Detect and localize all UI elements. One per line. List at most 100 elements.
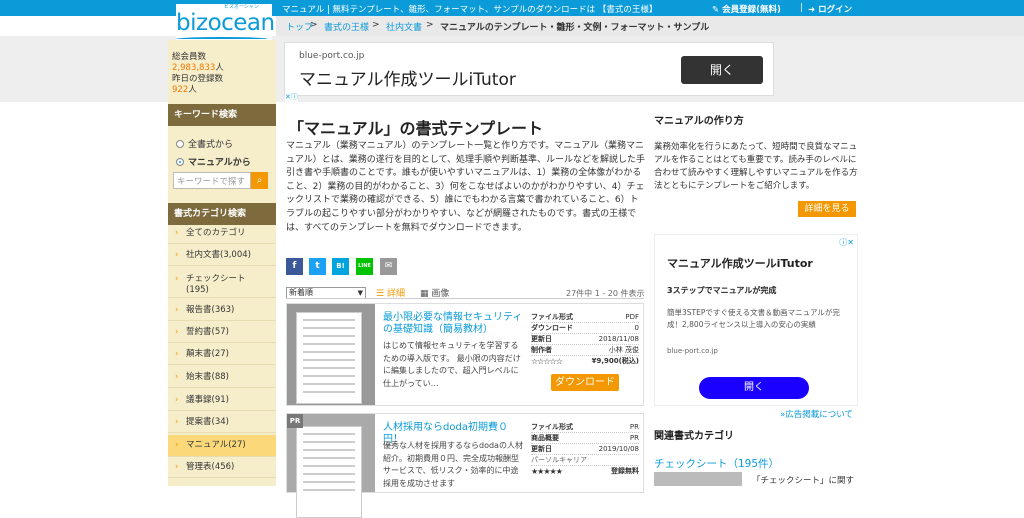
yesterday-value: 922	[172, 85, 189, 95]
login-link[interactable]: ➜ ログイン	[808, 3, 852, 15]
breadcrumb-king[interactable]: 書式の王様	[324, 20, 369, 33]
category-item[interactable]: › 誓約書(57)	[168, 327, 276, 343]
category-item[interactable]: › 管理表(456)	[168, 462, 276, 478]
category-item[interactable]: › 社内文書(3,004)	[168, 250, 276, 266]
keyword-input[interactable]: キーワードで探す	[173, 172, 251, 189]
search-icon[interactable]: ⌕	[251, 172, 268, 189]
chevron-right-icon: ›	[175, 440, 179, 450]
chevron-right-icon: ›	[175, 395, 179, 405]
meta-value: パーソルキャリア	[531, 456, 587, 464]
line-icon[interactable]: LINE	[356, 258, 373, 275]
category-search-heading: 書式カテゴリ検索	[168, 203, 276, 225]
intro-text: マニュアル（業務マニュアル）のテンプレート一覧と作り方です。マニュアル（業務マニ…	[286, 141, 646, 233]
ad-domain: blue-port.co.jp	[299, 51, 365, 61]
register-link[interactable]: ✎ 会員登録(無料)	[712, 3, 781, 15]
ad-title[interactable]: マニュアル作成ツールiTutor	[299, 65, 516, 90]
top-ad-banner[interactable]: blue-port.co.jp マニュアル作成ツールiTutor 開く	[284, 42, 774, 96]
category-item[interactable]: › 始末書(88)	[168, 372, 276, 388]
chevron-right-icon: ›	[175, 274, 179, 284]
ad-description: 簡単3STEPですぐ使える文書＆動画マニュアルが完成！2,800ライセンス以上導…	[667, 308, 840, 329]
meta-value: 2018/11/08	[598, 335, 639, 343]
facebook-icon[interactable]: f	[286, 258, 303, 275]
keyword-search-heading: キーワード検索	[168, 104, 276, 126]
top-bar: マニュアル | 無料テンプレート、雛形、フォーマット、サンプルのダウンロードは …	[0, 0, 1024, 16]
ad-subtitle: 3ステップでマニュアルが完成	[667, 286, 777, 295]
chevron-down-icon: ▼	[357, 289, 363, 297]
category-item[interactable]: › 提案書(34)	[168, 417, 276, 433]
category-item[interactable]: › チェックシート (195)	[168, 274, 276, 298]
result-description: はじめて情報セキュリティを学習するための導入版です。 最小限の内容だけに編集しま…	[383, 341, 521, 388]
ad-info-link[interactable]: »広告掲載について	[780, 408, 853, 420]
yesterday-label: 昨日の登録数	[172, 74, 224, 84]
ad-open-button[interactable]: 開く	[681, 56, 763, 84]
category-item[interactable]: › 顛末書(27)	[168, 349, 276, 365]
template-thumbnail[interactable]	[287, 304, 375, 405]
mail-icon[interactable]: ✉	[380, 258, 397, 275]
members-unit: 人	[215, 63, 224, 73]
breadcrumb-top[interactable]: トップ	[286, 20, 313, 33]
category-label: 管理表(456)	[186, 462, 235, 472]
result-title[interactable]: 最小限必要な情報セキュリティの基礎知識（簡易教材）	[383, 312, 523, 336]
category-item-active[interactable]: › マニュアル(27)	[168, 435, 276, 457]
category-label: 報告書(363)	[186, 305, 235, 315]
document-preview	[296, 312, 362, 404]
site-logo[interactable]: ビズオーシャン bizocean	[176, 4, 275, 41]
related-description: 「チェックシート」に関す	[752, 476, 855, 486]
chevron-right-icon: ›	[175, 349, 179, 359]
hatena-icon[interactable]: B!	[332, 258, 349, 275]
login-label[interactable]: ログイン	[818, 5, 852, 15]
adchoices-icon[interactable]: ✕ⓘ	[285, 92, 298, 102]
side-ad[interactable]: ⓘ✕ マニュアル作成ツールiTutor 3ステップでマニュアルが完成 簡単3ST…	[654, 234, 858, 406]
result-description: 優秀な人材を採用するならdodaの人材紹介。初期費用０円、完全成功報酬型サービス…	[383, 441, 523, 488]
category-label: チェックシート	[186, 274, 246, 284]
ad-domain: blue-port.co.jp	[667, 347, 718, 355]
radio-all-label: 全書式から	[188, 140, 234, 150]
chevron-right-icon: ›	[175, 250, 179, 260]
chevron-right-icon: ›	[175, 305, 179, 315]
breadcrumb-internal[interactable]: 社内文書	[386, 20, 422, 33]
radio-checked-icon[interactable]	[176, 158, 184, 166]
chevron-right-icon: ›	[175, 372, 179, 382]
ad-open-button[interactable]: 開く	[699, 377, 809, 399]
chevron-right-icon: >	[310, 20, 318, 30]
category-label: 始末書(88)	[186, 372, 229, 382]
category-item[interactable]: › 報告書(363)	[168, 305, 276, 321]
category-item[interactable]: › 全てのカテゴリ	[168, 228, 276, 244]
category-label: 顛末書(27)	[186, 349, 229, 359]
meta-key: 更新日	[531, 335, 552, 343]
howto-text: 業務効率化を行うにあたって、短時間で良質なマニュアルを作ることはとても重要です。…	[654, 142, 858, 191]
ad-title[interactable]: マニュアル作成ツールiTutor	[667, 255, 813, 271]
detail-button[interactable]: 詳細を見る	[798, 201, 856, 217]
result-meta: ファイル形式 PR 商品概要 PR 更新日 2019/10/08 パーソルキャリア ★…	[531, 422, 639, 477]
category-label: 提案書(34)	[186, 417, 229, 427]
meta-key: ファイル形式	[531, 423, 573, 431]
yesterday-unit: 人	[188, 85, 197, 95]
members-label: 総会員数	[172, 52, 207, 62]
radio-manual[interactable]: マニュアルから	[176, 155, 251, 168]
radio-all[interactable]: 全書式から	[176, 137, 233, 150]
register-label[interactable]: 会員登録(無料)	[722, 5, 781, 15]
result-meta: ファイル形式 PDF ダウンロード 0 更新日 2018/11/08 制作者 小林 茂俊…	[531, 312, 639, 367]
twitter-icon[interactable]: t	[309, 258, 326, 275]
meta-value: 0	[634, 324, 639, 332]
chevron-right-icon: ›	[175, 228, 179, 238]
category-label: 議事録(91)	[186, 395, 229, 405]
meta-key: 制作者	[531, 346, 552, 354]
category-label: マニュアル(27)	[186, 440, 246, 450]
members-value: 2,983,833	[172, 63, 216, 73]
related-thumbnail[interactable]	[654, 472, 742, 486]
related-category-link[interactable]: チェックシート（195件）	[654, 456, 779, 471]
related-heading: 関連書式カテゴリ	[654, 431, 734, 442]
price: 登録無料	[611, 467, 639, 475]
radio-icon[interactable]	[176, 140, 184, 148]
adchoices-icon[interactable]: ⓘ✕	[839, 237, 854, 248]
radio-manual-label: マニュアルから	[188, 158, 251, 168]
download-button[interactable]: ダウンロード	[551, 374, 619, 391]
category-item[interactable]: › 議事録(91)	[168, 395, 276, 411]
meta-key: ファイル形式	[531, 313, 573, 321]
meta-key: 更新日	[531, 445, 552, 453]
result-card: 最小限必要な情報セキュリティの基礎知識（簡易教材） はじめて情報セキュリティを学…	[286, 303, 644, 406]
site-tagline: マニュアル | 無料テンプレート、雛形、フォーマット、サンプルのダウンロードは …	[282, 5, 658, 15]
logo-swoosh	[176, 37, 268, 41]
member-stats: 総会員数 2,983,833人 昨日の登録数 922人	[172, 52, 224, 96]
